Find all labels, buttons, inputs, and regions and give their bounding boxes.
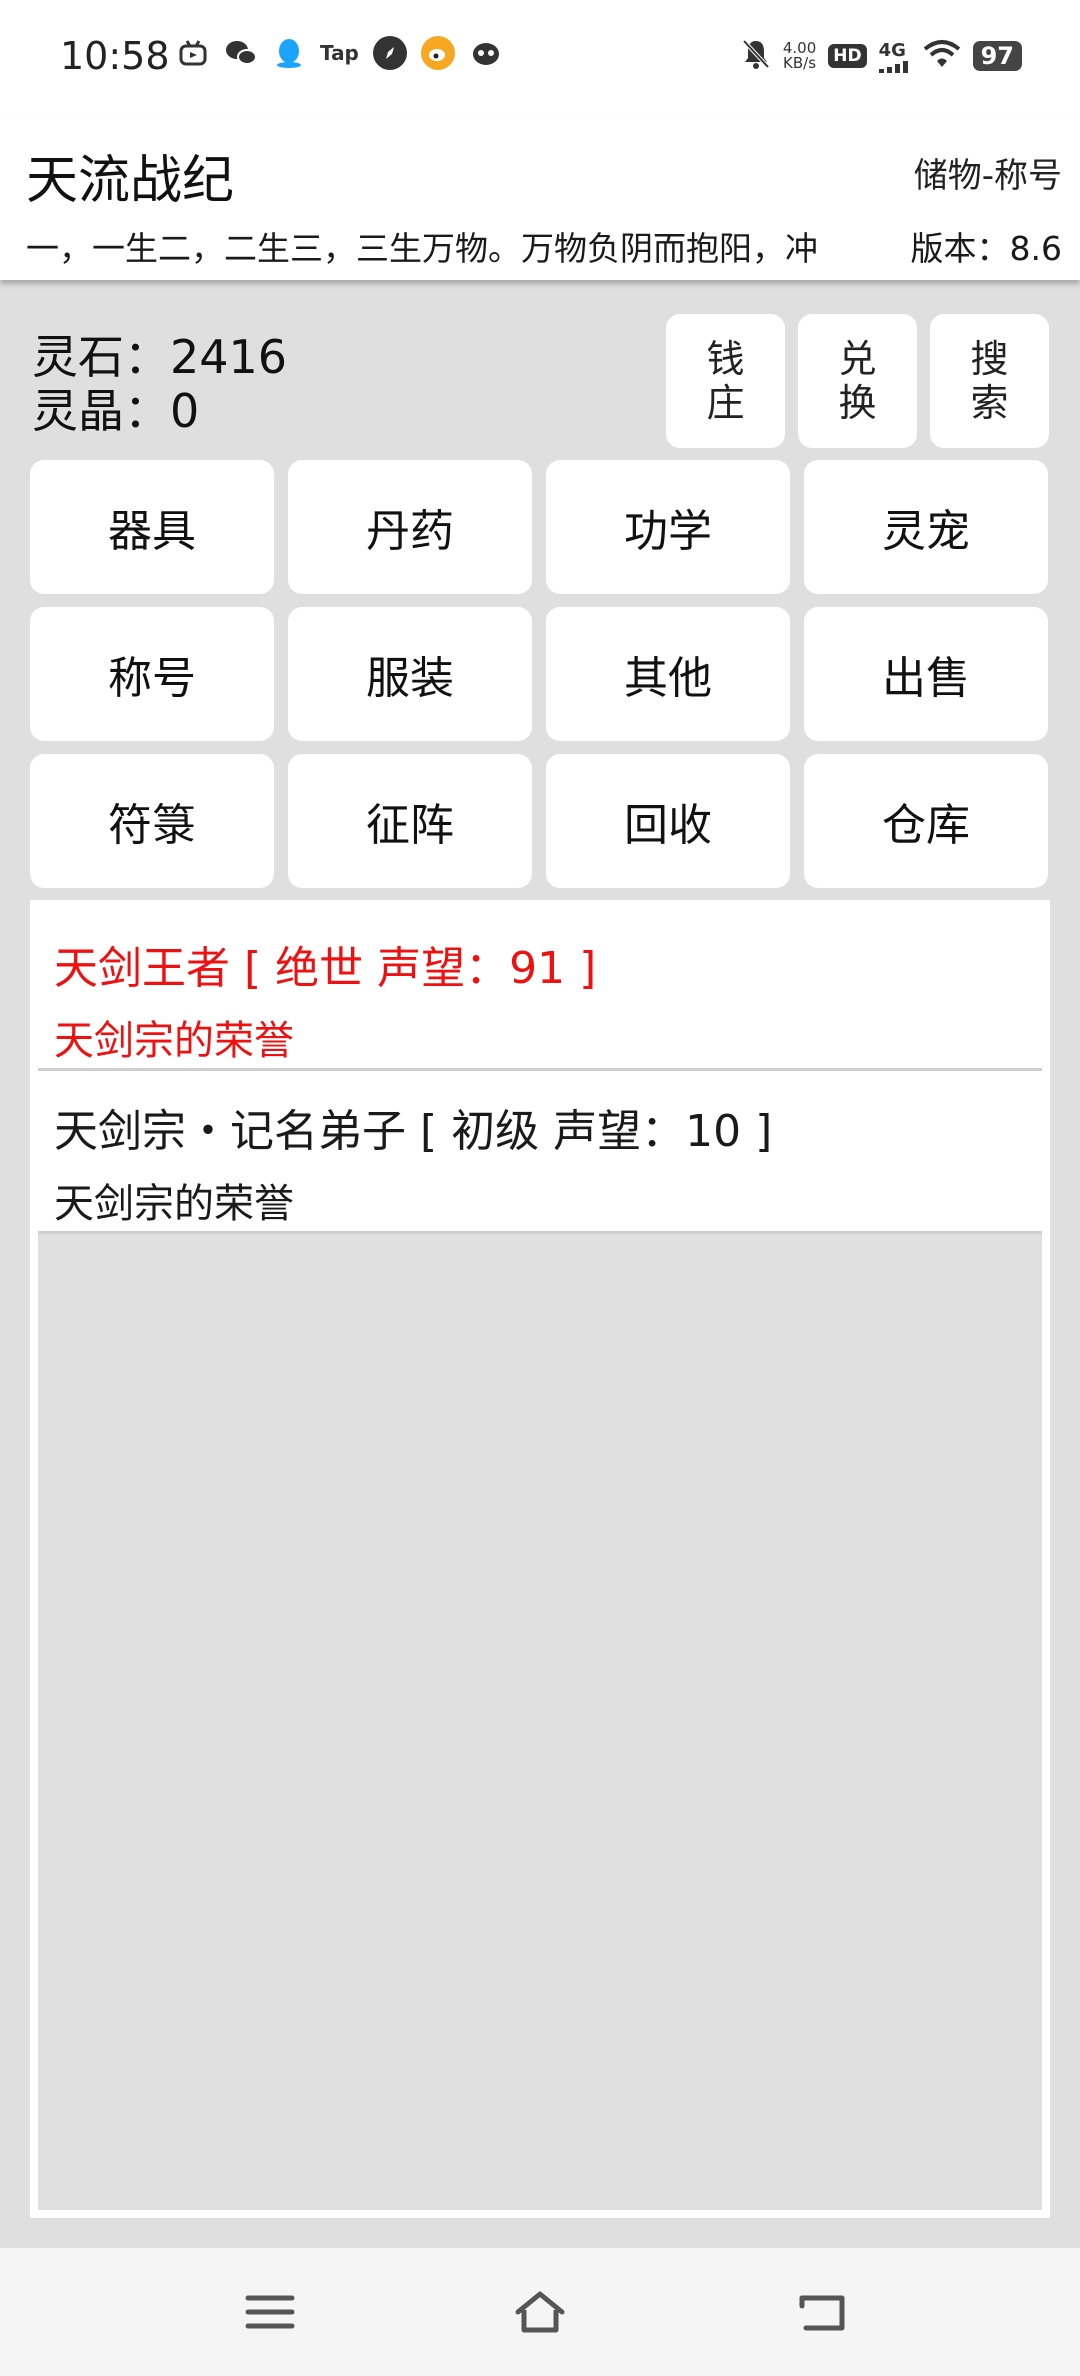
cellular-signal-icon: 4G <box>878 39 911 73</box>
category-talismans[interactable]: 符箓 <box>30 754 274 888</box>
category-pills[interactable]: 丹药 <box>288 460 532 594</box>
category-formations[interactable]: 征阵 <box>288 754 532 888</box>
status-bar: 10:58 Tap 4.00 KB/s HD 4G 97 <box>0 0 1080 118</box>
marquee-row: 一，一生二，二生三，三生万物。万物负阴而抱阳，冲 版本：8.6 <box>0 222 1080 272</box>
category-skills[interactable]: 功学 <box>546 460 790 594</box>
app-header: 天流战纪 储物-称号 一，一生二，二生三，三生万物。万物负阴而抱阳，冲 版本：8… <box>0 118 1080 280</box>
category-titles[interactable]: 称号 <box>30 607 274 741</box>
title-name: 天剑王者 [ 绝世 声望：91 ] <box>54 943 597 994</box>
bilibili-icon <box>176 36 210 70</box>
compass-icon <box>372 36 407 70</box>
system-indicators: 4.00 KB/s HD 4G 97 <box>741 38 1022 74</box>
weibo-icon <box>420 36 455 70</box>
exchange-button[interactable]: 兑换 <box>798 314 917 448</box>
page-breadcrumb: 储物-称号 <box>913 156 1062 196</box>
notification-icons: Tap <box>176 36 503 70</box>
search-button-label: 搜索 <box>970 337 1009 425</box>
category-pets[interactable]: 灵宠 <box>804 460 1048 594</box>
bank-button-label: 钱庄 <box>706 337 745 425</box>
version-label: 版本：8.6 <box>906 222 1062 270</box>
system-nav-bar <box>0 2248 1080 2376</box>
title-name: 天剑宗・记名弟子 [ 初级 声望：10 ] <box>54 1106 773 1157</box>
spirit-crystal-count: 灵晶：0 <box>32 384 200 438</box>
spirit-stone-count: 灵石：2416 <box>32 330 288 384</box>
wifi-icon <box>923 39 961 73</box>
network-speed: 4.00 KB/s <box>783 41 816 71</box>
title-list: 天剑王者 [ 绝世 声望：91 ] 天剑宗的荣誉 天剑宗・记名弟子 [ 初级 声… <box>38 908 1042 2210</box>
category-grid: 器具 丹药 功学 灵宠 称号 服装 其他 出售 符箓 征阵 回收 仓库 <box>30 460 1050 888</box>
title-description: 天剑宗的荣誉 <box>54 1018 294 1064</box>
app-title: 天流战纪 <box>26 151 235 211</box>
title-list-panel: 天剑王者 [ 绝世 声望：91 ] 天剑宗的荣誉 天剑宗・记名弟子 [ 初级 声… <box>30 900 1050 2218</box>
category-equipment[interactable]: 器具 <box>30 460 274 594</box>
list-item[interactable]: 天剑宗・记名弟子 [ 初级 声望：10 ] 天剑宗的荣誉 <box>38 1071 1042 1234</box>
category-warehouse[interactable]: 仓库 <box>804 754 1048 888</box>
wechat-icon <box>224 36 258 70</box>
network-type: 4G <box>878 39 906 61</box>
bank-button[interactable]: 钱庄 <box>666 314 785 448</box>
list-item[interactable]: 天剑王者 [ 绝世 声望：91 ] 天剑宗的荣誉 <box>38 908 1042 1071</box>
home-icon[interactable] <box>512 2288 568 2336</box>
network-speed-unit: KB/s <box>783 54 817 72</box>
category-clothing[interactable]: 服装 <box>288 607 532 741</box>
category-other[interactable]: 其他 <box>546 607 790 741</box>
scrolling-notice: 一，一生二，二生三，三生万物。万物负阴而抱阳，冲 <box>26 229 818 268</box>
title-description: 天剑宗的荣誉 <box>54 1181 294 1227</box>
status-time: 10:58 <box>60 34 170 78</box>
back-icon[interactable] <box>796 2288 852 2336</box>
category-recycle[interactable]: 回收 <box>546 754 790 888</box>
exchange-button-label: 兑换 <box>838 337 877 425</box>
battery-icon: 97 <box>972 41 1022 71</box>
mute-icon <box>741 38 771 74</box>
taptap-icon: Tap <box>320 41 359 65</box>
game-icon <box>469 36 503 70</box>
hd-voice-icon: HD <box>828 44 867 68</box>
qq-icon <box>272 36 306 70</box>
search-button[interactable]: 搜索 <box>930 314 1049 448</box>
menu-icon[interactable] <box>242 2288 298 2336</box>
currency-display: 灵石：2416 灵晶：0 <box>32 330 287 438</box>
category-sell[interactable]: 出售 <box>804 607 1048 741</box>
